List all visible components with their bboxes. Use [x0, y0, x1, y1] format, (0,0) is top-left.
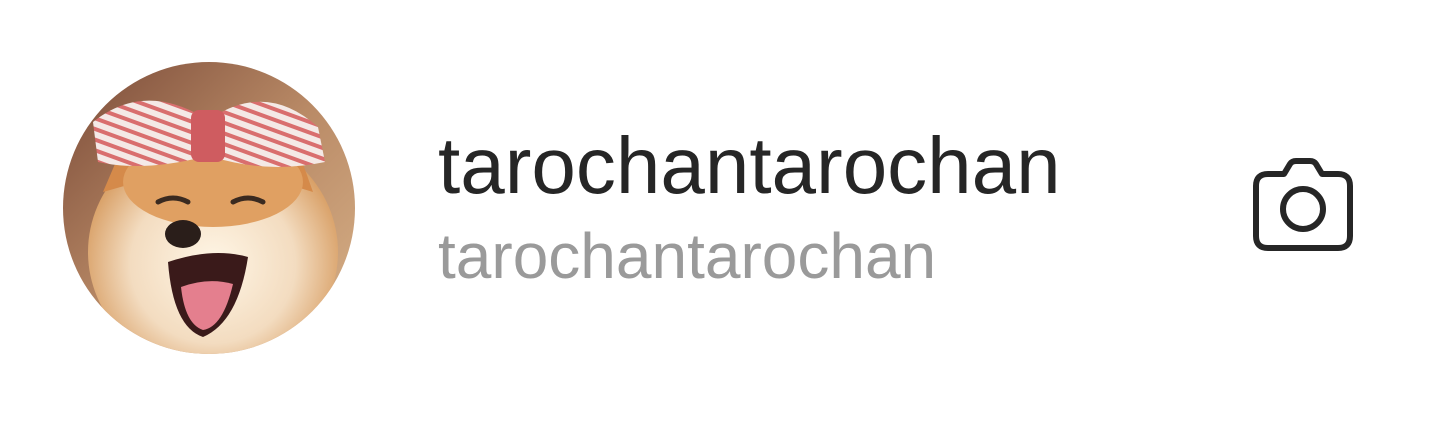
display-name: tarochantarochan — [438, 121, 1061, 210]
profile-names: tarochantarochan tarochantarochan — [438, 118, 1061, 294]
camera-icon — [1253, 158, 1353, 251]
username: tarochantarochan — [438, 220, 937, 292]
avatar[interactable] — [63, 62, 355, 354]
profile-header-row: tarochantarochan tarochantarochan — [0, 0, 1440, 432]
camera-button[interactable] — [1250, 156, 1356, 256]
avatar-photo — [63, 62, 355, 354]
